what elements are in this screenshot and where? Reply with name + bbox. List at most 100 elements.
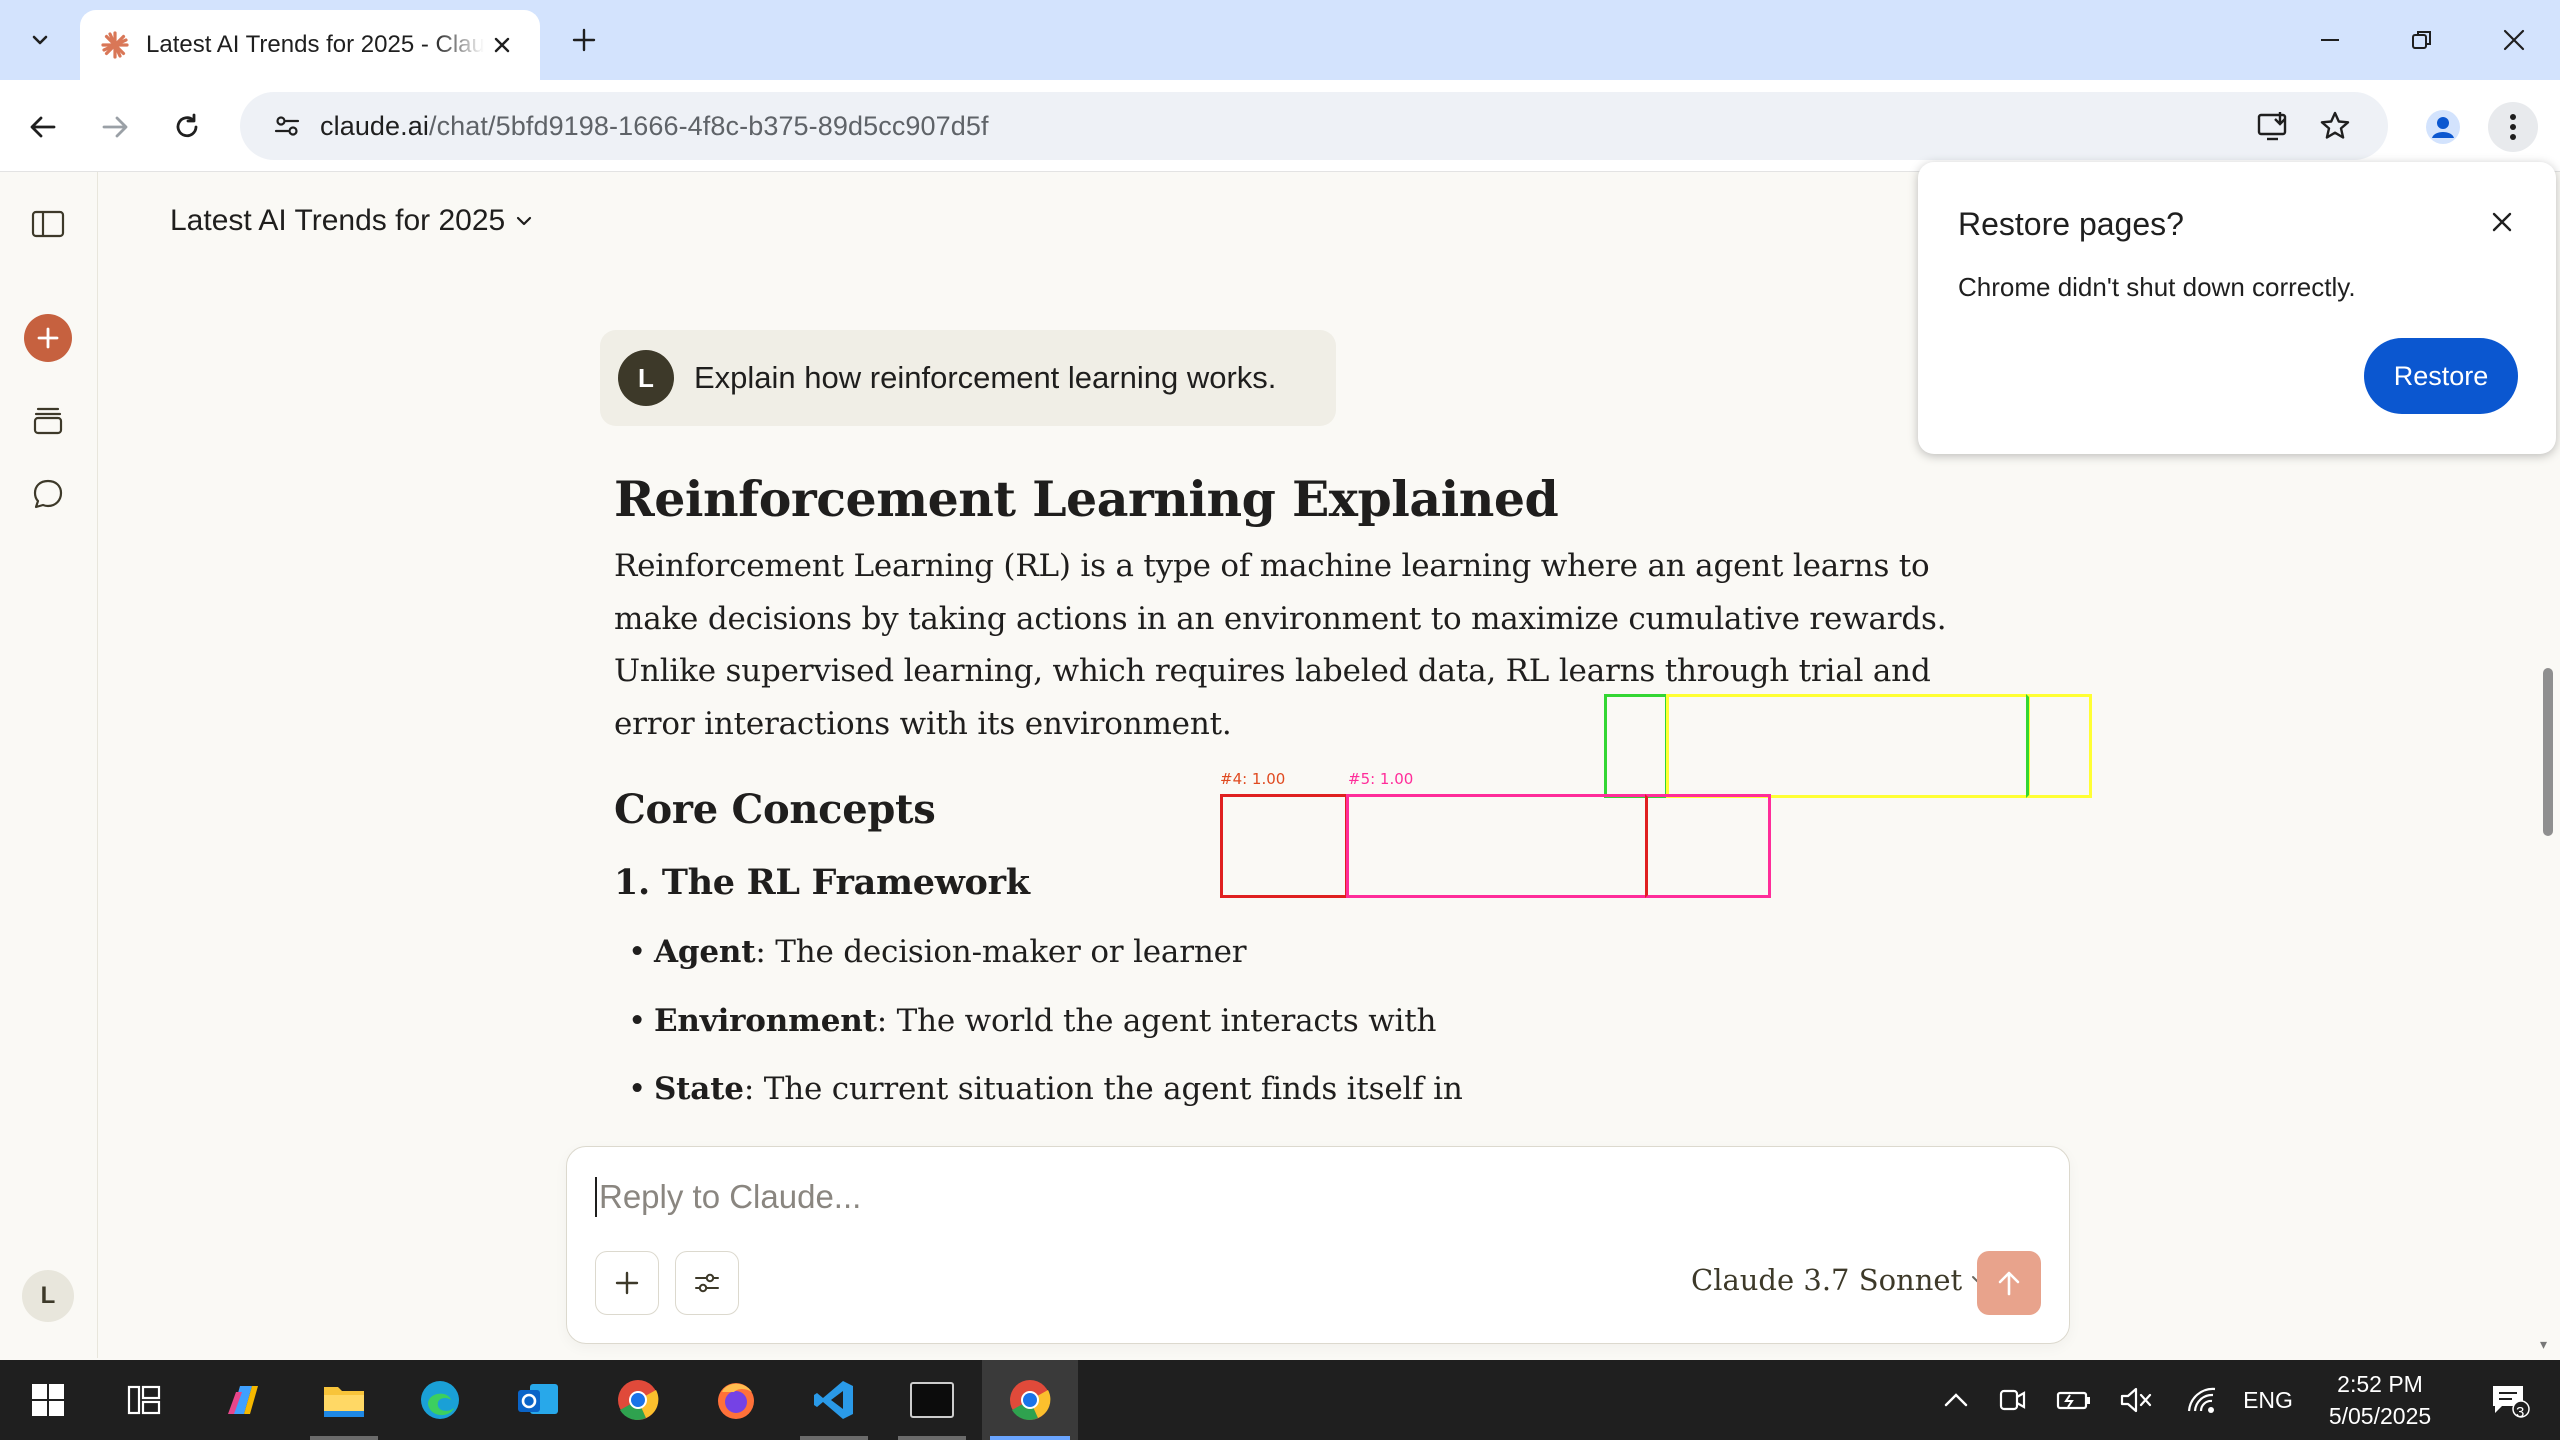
reload-icon (176, 113, 198, 138)
edge-icon (421, 1381, 459, 1419)
restore-button[interactable]: Restore (2364, 338, 2518, 414)
list-item-desc: : The current situation the agent finds … (743, 1071, 1463, 1107)
attach-button[interactable] (595, 1251, 659, 1315)
restore-close-button[interactable] (2480, 200, 2524, 244)
user-message-text: Explain how reinforcement learning works… (694, 360, 1277, 395)
tab-search-button[interactable] (14, 14, 66, 66)
taskbar-file-explorer[interactable] (296, 1360, 392, 1440)
tray-meet-now[interactable] (1988, 1360, 2038, 1440)
tools-button[interactable] (675, 1251, 739, 1315)
restore-title: Restore pages? (1958, 206, 2184, 242)
chats-button[interactable] (24, 470, 72, 518)
site-info-icon[interactable] (262, 101, 312, 151)
taskbar-chrome[interactable] (590, 1360, 686, 1440)
taskbar-firefox[interactable] (688, 1360, 784, 1440)
tray-battery[interactable] (2046, 1360, 2102, 1440)
concept-list: Agent: The decision-maker or learner Env… (614, 918, 1954, 1124)
overlay-box-yellow-end (2026, 694, 2092, 798)
copilot-icon (228, 1386, 258, 1414)
list-item-term: State (654, 1071, 744, 1107)
close-icon (494, 37, 510, 53)
url-text: claude.ai/chat/5bfd9198-1666-4f8c-b375-8… (320, 110, 989, 141)
restore-window-button[interactable] (2392, 14, 2452, 66)
tray-volume[interactable] (2108, 1360, 2164, 1440)
wifi-icon (2187, 1387, 2216, 1413)
sidebar-icon (31, 210, 65, 238)
tray-language[interactable]: ENG (2236, 1360, 2300, 1440)
taskbar-copilot[interactable] (196, 1360, 292, 1440)
overlay-box-pink (1346, 794, 1648, 898)
clock-time: 2:52 PM (2337, 1371, 2423, 1397)
new-tab-button[interactable] (562, 18, 606, 62)
overlay-label-4: #4: 1.00 (1220, 770, 1286, 788)
answer-heading: Reinforcement Learning Explained (614, 470, 1559, 528)
list-item: State: The current situation the agent f… (614, 1055, 1954, 1124)
restore-pages-dialog: Restore pages? Chrome didn't shut down c… (1918, 162, 2556, 454)
claude-logo-icon (100, 30, 130, 60)
chevron-down-icon (32, 35, 48, 45)
plus-icon (615, 1271, 639, 1295)
user-avatar[interactable]: L (22, 1270, 74, 1322)
chrome-menu-button[interactable] (2488, 102, 2538, 152)
taskbar-terminal[interactable] (884, 1360, 980, 1440)
tab-title: Latest AI Trends for 2025 - Claude (146, 31, 484, 58)
bookmark-star-icon[interactable] (2310, 101, 2360, 151)
browser-toolbar: claude.ai/chat/5bfd9198-1666-4f8c-b375-8… (0, 80, 2560, 172)
tray-overflow-button[interactable] (1926, 1360, 1986, 1440)
claude-sidebar-rail: L (0, 172, 98, 1358)
model-selector[interactable]: Claude 3.7 Sonnet (1691, 1263, 1986, 1297)
close-icon (2492, 212, 2512, 232)
arrow-up-icon (1998, 1271, 2020, 1296)
list-item: Agent: The decision-maker or learner (614, 918, 1954, 987)
tray-network[interactable] (2174, 1360, 2230, 1440)
taskbar-clock[interactable]: 2:52 PM 5/05/2025 (2300, 1368, 2460, 1432)
list-item-term: Environment (654, 1002, 877, 1039)
restore-window-icon (2412, 31, 2431, 49)
address-bar[interactable]: claude.ai/chat/5bfd9198-1666-4f8c-b375-8… (240, 92, 2388, 160)
taskbar-edge[interactable] (392, 1360, 488, 1440)
taskbar-vscode[interactable] (786, 1360, 882, 1440)
projects-button[interactable] (24, 396, 72, 444)
toggle-sidebar-button[interactable] (24, 200, 72, 248)
list-item-desc: : The world the agent interacts with (876, 1002, 1437, 1039)
new-chat-button[interactable] (24, 314, 72, 362)
minimize-icon (2321, 39, 2339, 41)
chat-title-button[interactable]: Latest AI Trends for 2025 (170, 204, 533, 238)
minimize-button[interactable] (2300, 14, 2360, 66)
scroll-down-arrow-icon[interactable]: ▾ (2540, 1336, 2547, 1353)
back-button[interactable] (18, 102, 68, 152)
windows-taskbar: ENG 2:52 PM 5/05/2025 3 (0, 1360, 2560, 1440)
notification-count: 3 (2516, 1404, 2525, 1421)
reply-input[interactable]: Reply to Claude... (595, 1177, 861, 1217)
model-name: Claude 3.7 Sonnet (1691, 1263, 1963, 1297)
notification-center-button[interactable]: 3 (2470, 1360, 2550, 1440)
start-button[interactable] (0, 1360, 96, 1440)
taskbar-chrome-active[interactable] (982, 1360, 1078, 1440)
forward-button[interactable] (90, 102, 140, 152)
overlay-label-5: #5: 1.00 (1348, 770, 1414, 788)
kebab-menu-icon (2510, 114, 2516, 140)
arrow-right-icon (102, 116, 128, 138)
list-item: Environment: The world the agent interac… (614, 987, 1954, 1056)
task-view-icon (127, 1385, 161, 1415)
page-scrollbar[interactable] (2543, 668, 2553, 836)
reload-button[interactable] (162, 102, 212, 152)
close-window-button[interactable] (2484, 14, 2544, 66)
profile-avatar-icon (2426, 110, 2460, 144)
tab-close-button[interactable] (484, 27, 520, 63)
sliders-icon (695, 1273, 719, 1293)
browser-tab-active[interactable]: Latest AI Trends for 2025 - Claude (80, 10, 540, 80)
overlay-box-pink-end (1645, 794, 1771, 898)
chrome-icon (618, 1380, 659, 1420)
close-icon (2503, 29, 2525, 51)
install-app-icon[interactable] (2248, 101, 2298, 151)
user-message: L Explain how reinforcement learning wor… (600, 330, 1336, 426)
plus-icon (572, 28, 596, 52)
task-view-button[interactable] (96, 1360, 192, 1440)
taskbar-outlook[interactable] (490, 1360, 586, 1440)
send-button[interactable] (1977, 1251, 2041, 1315)
projects-stack-icon (33, 407, 63, 435)
chevron-down-icon (517, 216, 532, 226)
list-item-term: Agent (654, 934, 756, 970)
profile-button[interactable] (2418, 102, 2468, 152)
